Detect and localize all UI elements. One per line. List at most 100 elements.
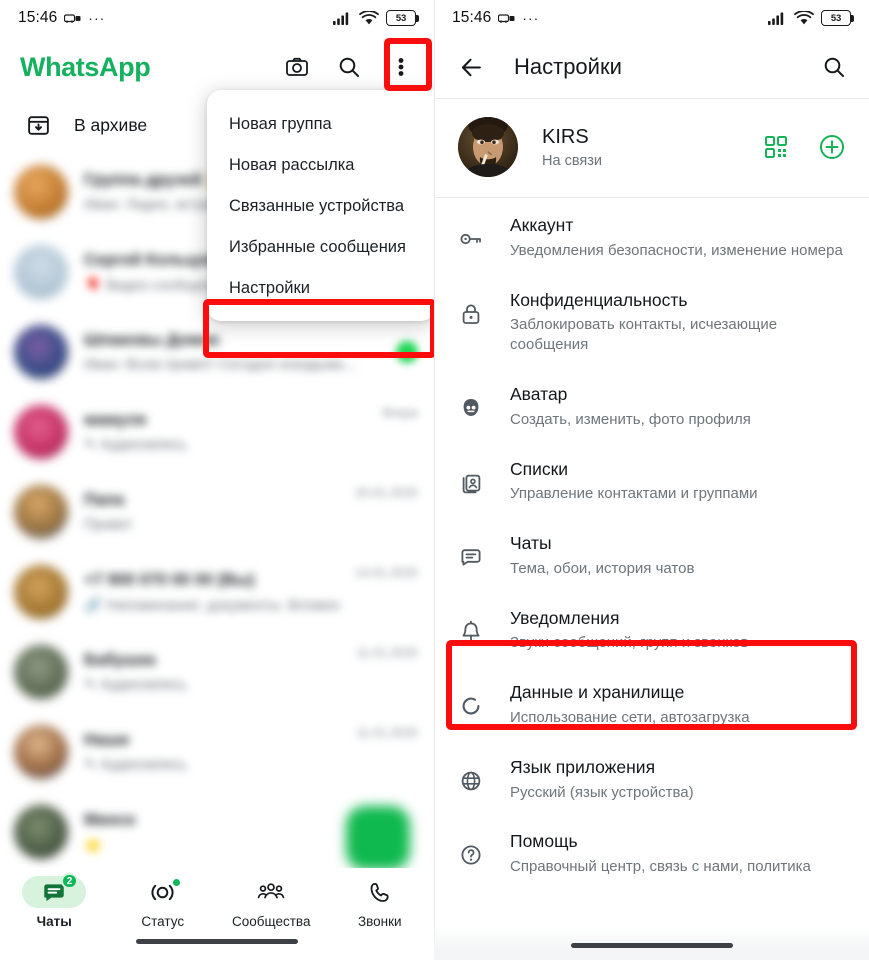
chat-time: 11.01.2025 (356, 646, 418, 660)
chat-list-item[interactable]: Папа Привет 20.01.2025 (0, 472, 434, 552)
avatar (14, 485, 68, 539)
calls-icon (370, 882, 389, 902)
profile-status: На связи (542, 152, 602, 169)
avatar (14, 405, 68, 459)
settings-item-subtitle: Русский (язык устройства) (510, 783, 694, 801)
unread-badge (396, 341, 418, 363)
key-icon (458, 214, 484, 251)
qr-code-icon[interactable] (759, 130, 793, 164)
settings-item-subtitle: Использование сети, автозагрузка (510, 708, 750, 726)
chat-preview: Иван: Всем привет! Сегодня опаздыва… (84, 357, 358, 373)
avatar[interactable] (458, 117, 518, 177)
settings-item-texts: Уведомления Звуки сообщений, групп и зво… (510, 607, 843, 654)
back-arrow-icon[interactable] (454, 50, 488, 84)
status-bar-left-group: 15:46 ··· (18, 9, 105, 27)
left-phone-screen: 15:46 ··· 53 WhatsApp В архиве Группа др… (0, 0, 434, 960)
battery-level: 53 (395, 12, 407, 24)
chats-unread-badge: 2 (60, 873, 79, 889)
nav-item-status[interactable]: Статус (109, 876, 218, 929)
camera-icon[interactable] (280, 50, 314, 84)
wifi-icon (359, 10, 379, 26)
settings-item-texts: Аккаунт Уведомления безопасности, измене… (510, 214, 843, 261)
settings-item-lists[interactable]: Списки Управление контактами и группами (434, 444, 869, 519)
chat-time: 20.01.2025 (355, 486, 418, 500)
car-lock-icon (64, 12, 81, 24)
app-title: WhatsApp (20, 51, 151, 82)
signal-icon (768, 11, 787, 25)
nav-item-calls[interactable]: Звонки (326, 876, 435, 929)
chat-preview: ✎ Аудиозапись (84, 677, 187, 693)
menu-item-starred-messages[interactable]: Избранные сообщения (207, 227, 434, 268)
settings-item-language[interactable]: Язык приложения Русский (язык устройства… (434, 742, 869, 817)
chat-preview: 🔗 Напоминание: документы. Вложение (84, 597, 340, 614)
chat-preview: Привет (84, 517, 133, 533)
chat-list-item[interactable]: Шпаковы Домик Иван: Всем привет! Сегодня… (0, 312, 434, 392)
settings-item-title: Чаты (510, 533, 552, 554)
chat-list-item[interactable]: Наши ✎ Аудиозапись 11.01.2025 (0, 712, 434, 792)
clock: 15:46 (452, 9, 492, 26)
nav-item-chats[interactable]: 2 Чаты (0, 873, 109, 929)
chat-name: Бабушка (84, 651, 156, 669)
chat-preview: ✎ Аудиозапись (84, 437, 187, 453)
overflow-menu-icon[interactable] (384, 50, 418, 84)
menu-item-settings[interactable]: Настройки (207, 268, 434, 309)
new-chat-fab[interactable] (346, 806, 410, 870)
nav-label-status: Статус (141, 914, 185, 929)
settings-item-privacy[interactable]: Конфиденциальность Заблокировать контакт… (434, 275, 869, 370)
dual-screenshot: 15:46 ··· 53 WhatsApp В архиве Группа др… (0, 0, 869, 960)
settings-item-title: Конфиденциальность (510, 289, 688, 310)
nav-pill-communities (239, 876, 303, 908)
chat-texts: Шпаковы Домик Иван: Всем привет! Сегодня… (84, 331, 380, 373)
menu-item-linked-devices[interactable]: Связанные устройства (207, 186, 434, 227)
archived-label: В архиве (74, 114, 148, 135)
chat-list-item[interactable]: +7 900 070 00 00 (Вы) 🔗 Напоминание: док… (0, 552, 434, 632)
settings-item-storage[interactable]: Данные и хранилище Использование сети, а… (434, 667, 869, 742)
help-icon (458, 830, 484, 867)
chat-time: Вчера (382, 406, 418, 420)
settings-item-chats[interactable]: Чаты Тема, обои, история чатов (434, 518, 869, 593)
profile-actions (759, 130, 849, 164)
menu-item-new-broadcast[interactable]: Новая рассылка (207, 145, 434, 186)
nav-label-chats: Чаты (36, 914, 72, 929)
settings-item-subtitle: Справочный центр, связь с нами, политика (510, 858, 811, 876)
chat-name: Шпаковы Домик (84, 331, 220, 349)
add-account-icon[interactable] (815, 130, 849, 164)
lock-icon (458, 289, 484, 326)
avatar (14, 805, 68, 859)
chat-name: мамуля (84, 411, 147, 429)
chat-list-item[interactable]: мамуля ✎ Аудиозапись Вчера (0, 392, 434, 472)
battery-level: 53 (830, 12, 842, 24)
chat-list-item[interactable]: Бабушка ✎ Аудиозапись 11.01.2025 (0, 632, 434, 712)
settings-item-avatar[interactable]: Аватар Создать, изменить, фото профиля (434, 369, 869, 444)
settings-item-subtitle: Уведомления безопасности, изменение номе… (510, 241, 843, 259)
status-more-dots-icon: ··· (522, 10, 540, 26)
settings-item-subtitle: Заблокировать контакты, исчезающие сообщ… (510, 316, 778, 354)
search-icon[interactable] (817, 50, 851, 84)
settings-item-texts: Данные и хранилище Использование сети, а… (510, 681, 843, 728)
settings-item-notifications[interactable]: Уведомления Звуки сообщений, групп и зво… (434, 593, 869, 668)
settings-item-texts: Аватар Создать, изменить, фото профиля (510, 383, 843, 430)
status-bar-right-group: 53 (768, 10, 854, 26)
profile-row[interactable]: KIRS На связи (434, 99, 869, 197)
bell-icon (458, 607, 484, 644)
avatar (14, 725, 68, 779)
nav-item-communities[interactable]: Сообщества (217, 876, 326, 929)
search-icon[interactable] (332, 50, 366, 84)
settings-item-texts: Язык приложения Русский (язык устройства… (510, 756, 843, 803)
status-bar-left: 15:46 ··· 53 (0, 0, 434, 36)
battery-icon: 53 (821, 10, 854, 26)
storage-icon (458, 681, 484, 718)
nav-label-calls: Звонки (357, 914, 402, 929)
avatar (14, 245, 68, 299)
chat-bubble-icon (458, 532, 484, 569)
home-indicator-right (570, 943, 733, 948)
settings-app-bar: Настройки (434, 36, 869, 98)
settings-item-texts: Помощь Справочный центр, связь с нами, п… (510, 830, 843, 877)
settings-item-account[interactable]: Аккаунт Уведомления безопасности, измене… (434, 200, 869, 275)
menu-item-new-group[interactable]: Новая группа (207, 104, 434, 145)
archive-icon (26, 113, 51, 138)
status-bar-right: 15:46 ··· 53 (434, 0, 869, 36)
settings-item-help[interactable]: Помощь Справочный центр, связь с нами, п… (434, 816, 869, 891)
profile-name: KIRS (542, 125, 589, 148)
nav-label-communities: Сообщества (232, 914, 311, 929)
